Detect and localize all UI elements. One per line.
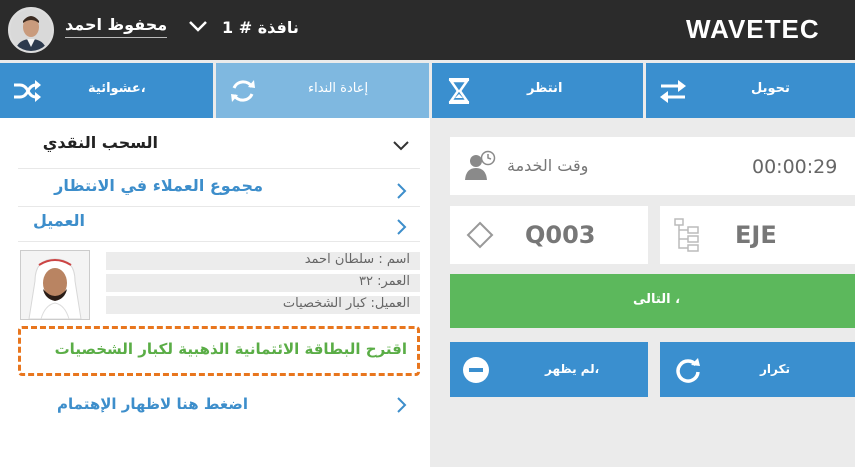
suggestion-text: اقترح البطاقة الائتمانية الذهبية لكبار ا… [54, 340, 407, 358]
no-show-button[interactable]: ،لم يظهر [450, 342, 648, 397]
tag-icon [466, 221, 494, 249]
random-label: ،عشوائية [88, 81, 146, 96]
queue-code: EJE [735, 221, 777, 249]
minus-circle-icon [463, 357, 489, 383]
queue-tree-icon [674, 218, 699, 252]
queue-card: EJE [660, 206, 855, 264]
customer-age-row: العمر: ٣٢ [106, 274, 420, 292]
transfer-button[interactable]: تحويل [646, 63, 855, 118]
shuffle-icon [14, 80, 41, 102]
divider [18, 168, 420, 169]
chevron-down-icon[interactable] [392, 139, 410, 153]
repeat-label: تكرار [760, 362, 790, 376]
user-name-dropdown[interactable]: محفوظ احمد [65, 15, 168, 38]
recall-label: إعادة النداء [308, 81, 369, 96]
divider [18, 241, 420, 242]
chevron-right-icon[interactable] [395, 218, 407, 236]
next-button[interactable]: ، التالى [450, 274, 855, 328]
suggestion-box: اقترح البطاقة الائتمانية الذهبية لكبار ا… [18, 326, 420, 376]
ticket-card: Q003 [450, 206, 648, 264]
next-label: ، التالى [633, 292, 681, 307]
customer-photo [20, 250, 90, 320]
brand-logo: WAVETEC [686, 14, 820, 44]
customer-segment-row: العميل: كبار الشخصيات [106, 296, 420, 314]
ticket-number: Q003 [525, 221, 596, 249]
customer-name: اسم : سلطان احمد [304, 252, 410, 267]
customer-age: العمر: ٣٢ [358, 274, 410, 289]
transfer-label: تحويل [751, 81, 790, 96]
window-number-label: نافذة # 1 [222, 18, 299, 37]
redo-icon [676, 358, 700, 383]
repeat-button[interactable]: تكرار [660, 342, 855, 397]
chevron-down-icon[interactable] [187, 18, 209, 34]
user-clock-icon [465, 150, 496, 180]
top-bar: WAVETEC نافذة # 1 محفوظ احمد [0, 0, 855, 60]
customer-name-row: اسم : سلطان احمد [106, 252, 420, 270]
service-name: السحب النقدي [42, 133, 158, 152]
chevron-right-icon[interactable] [395, 182, 407, 200]
customer-link[interactable]: العميل [33, 211, 85, 230]
action-bar: ،عشوائية إعادة النداء انتظر تحويل [0, 63, 855, 118]
recall-button[interactable]: إعادة النداء [216, 63, 429, 118]
refresh-icon [231, 80, 255, 102]
no-show-label: ،لم يظهر [545, 362, 600, 376]
wait-button[interactable]: انتظر [432, 63, 643, 118]
customer-segment: العميل: كبار الشخصيات [282, 296, 410, 311]
random-button[interactable]: ،عشوائية [0, 63, 213, 118]
service-time-card: وقت الخدمة 00:00:29 [450, 137, 855, 195]
user-avatar [8, 7, 54, 53]
transfer-arrows-icon [660, 80, 686, 103]
hourglass-icon [448, 78, 470, 104]
service-time-value: 00:00:29 [752, 156, 838, 178]
divider [18, 206, 420, 207]
waiting-customers-link[interactable]: مجموع العملاء في الانتظار [54, 176, 263, 195]
service-time-label: وقت الخدمة [507, 156, 589, 175]
wait-label: انتظر [527, 81, 563, 96]
chevron-right-icon[interactable] [395, 396, 407, 414]
show-interest-link[interactable]: اضغط هنا لاظهار الإهتمام [57, 395, 248, 413]
